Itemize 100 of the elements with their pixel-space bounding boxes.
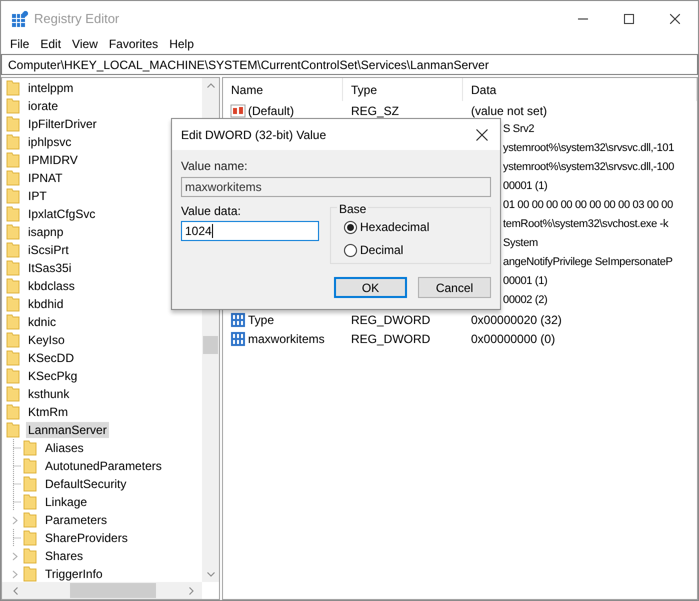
column-header[interactable]: Data	[463, 78, 697, 101]
folder-icon	[23, 476, 37, 492]
window-title: Registry Editor	[34, 10, 120, 28]
menu-item[interactable]: Help	[164, 35, 199, 53]
tree-item[interactable]: Linkage	[43, 493, 90, 511]
binary-value-icon	[230, 312, 246, 328]
scroll-left-icon[interactable]	[13, 586, 18, 594]
scroll-down-icon[interactable]	[206, 572, 214, 577]
value-name-field: maxworkitems	[181, 177, 491, 197]
scroll-right-icon[interactable]	[189, 586, 194, 594]
tree-item[interactable]: IPT	[26, 188, 49, 204]
close-icon	[670, 14, 680, 24]
tree-item[interactable]: ksthunk	[26, 386, 72, 402]
field-label: Value data:	[181, 203, 242, 219]
tree-item[interactable]: IpxlatCfgSvc	[26, 206, 98, 222]
horizontal-scrollbar[interactable]	[2, 582, 202, 599]
field-label: Value name:	[181, 158, 248, 174]
folder-icon	[23, 494, 37, 510]
folder-icon	[23, 440, 37, 456]
close-icon[interactable]	[476, 128, 488, 140]
column-header[interactable]: Name	[223, 78, 343, 101]
radio-option[interactable]: Hexadecimal	[344, 218, 490, 236]
folder-icon	[23, 566, 37, 582]
dialog-button[interactable]: Cancel	[418, 277, 491, 298]
folder-icon	[6, 332, 20, 348]
tree-item[interactable]: KSecPkg	[26, 368, 80, 384]
folder-icon	[6, 152, 20, 168]
folder-icon	[6, 260, 20, 276]
tree-item[interactable]: KtmRm	[26, 404, 70, 420]
value-type: REG_DWORD	[350, 330, 432, 348]
folder-icon	[6, 314, 20, 330]
tree-item[interactable]: Parameters	[43, 511, 110, 529]
folder-icon	[23, 512, 37, 528]
scrollbar-thumb[interactable]	[70, 583, 156, 598]
value-data: 00001 (1)	[503, 274, 548, 290]
folder-icon	[23, 530, 37, 546]
value-data: S Srv2	[503, 122, 534, 138]
folder-icon	[6, 206, 20, 222]
value-name: Type	[248, 312, 274, 328]
value-data-field[interactable]: 1024	[181, 221, 319, 241]
folder-icon	[6, 116, 20, 132]
value-data: ystemroot%\system32\srvsvc.dll,-100	[503, 160, 674, 176]
tree-item[interactable]: ItSas35i	[26, 260, 74, 276]
maximize-icon	[624, 14, 634, 24]
tree-item[interactable]: TriggerInfo	[43, 565, 105, 582]
folder-icon	[6, 80, 20, 96]
value-data: 00001 (1)	[503, 179, 548, 194]
folder-icon	[6, 170, 20, 186]
tree-item[interactable]: kdnic	[26, 314, 58, 330]
folder-icon	[6, 188, 20, 204]
folder-icon	[23, 458, 37, 474]
menu-item[interactable]: Edit	[35, 35, 66, 53]
tree-item[interactable]: kbdclass	[26, 278, 77, 294]
dialog-button[interactable]: OK	[334, 277, 407, 298]
tree-item[interactable]: intelppm	[26, 80, 76, 96]
value-data: (value not set)	[470, 102, 548, 120]
scrollbar-thumb[interactable]	[203, 336, 218, 354]
value-data: temRoot%\system32\svchost.exe -k	[503, 217, 668, 232]
menu-item[interactable]: Favorites	[104, 35, 164, 53]
folder-icon	[6, 404, 20, 420]
value-data: ystemroot%\system32\srvsvc.dll,-101	[503, 141, 674, 156]
value-name: (Default)	[248, 102, 294, 120]
tree-item[interactable]: isapnp	[26, 224, 66, 240]
tree-item[interactable]: LanmanServer	[26, 422, 109, 438]
column-header[interactable]: Type	[343, 78, 463, 101]
tree-item[interactable]: kbdhid	[26, 296, 66, 312]
tree-item[interactable]: IPNAT	[26, 170, 64, 186]
tree-item[interactable]: IpFilterDriver	[26, 116, 99, 132]
tree-item[interactable]: DefaultSecurity	[43, 475, 128, 493]
tree-item[interactable]: iphlpsvc	[26, 134, 74, 150]
scroll-up-icon[interactable]	[206, 83, 214, 88]
value-data: angeNotifyPrivilege SeImpersonateP	[503, 255, 673, 270]
tree-item[interactable]: iorate	[26, 98, 60, 114]
folder-icon	[6, 134, 20, 150]
tree-item[interactable]: KeyIso	[26, 332, 67, 348]
folder-icon	[6, 296, 20, 312]
tree-item[interactable]: Aliases	[43, 439, 86, 457]
folder-icon	[6, 224, 20, 240]
dialog-title: Edit DWORD (32-bit) Value	[181, 126, 326, 144]
tree-item[interactable]: KSecDD	[26, 350, 76, 366]
value-data: System	[503, 236, 538, 252]
folder-icon	[6, 98, 20, 114]
value-data: 0x00000000 (0)	[470, 330, 556, 348]
value-data: 0x00000020 (32)	[470, 312, 562, 328]
folder-icon	[6, 350, 20, 366]
folder-icon	[6, 422, 20, 438]
folder-icon	[6, 368, 20, 384]
tree-item[interactable]: IPMIDRV	[26, 152, 80, 168]
tree-item[interactable]: Shares	[43, 547, 86, 565]
value-data: 00002 (2)	[503, 293, 548, 308]
tree-item[interactable]: ShareProviders	[43, 529, 130, 547]
tree-item[interactable]: iScsiPrt	[26, 242, 71, 258]
tree-item[interactable]: AutotunedParameters	[43, 457, 164, 475]
menu-item[interactable]: View	[67, 35, 103, 53]
menu-item[interactable]: File	[5, 35, 34, 53]
folder-icon	[6, 242, 20, 258]
radio-option[interactable]: Decimal	[344, 241, 490, 259]
address-field[interactable]: Computer\HKEY_LOCAL_MACHINE\SYSTEM\CurrentControlSet\Services\LanmanServer	[1, 54, 698, 75]
folder-icon	[6, 278, 20, 294]
value-type: REG_SZ	[350, 102, 400, 120]
